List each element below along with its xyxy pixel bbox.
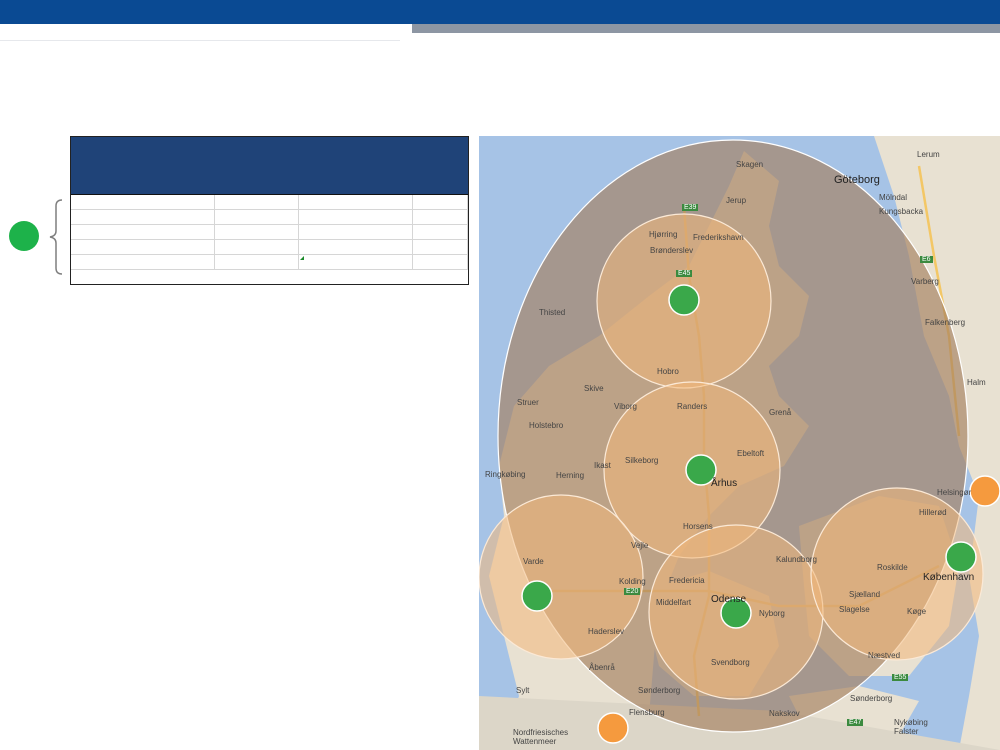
- table-cell: [299, 255, 413, 269]
- legend-green-marker: [9, 221, 39, 251]
- table-row: [71, 210, 468, 225]
- map-label-naestved: Næstved: [868, 651, 901, 660]
- table-row: [71, 255, 468, 270]
- table-cell: [413, 195, 468, 209]
- table-cell: [215, 255, 299, 269]
- table-cell: [215, 210, 299, 224]
- map-label-helsingor: Helsingør: [937, 488, 972, 497]
- brace-icon: [49, 199, 63, 275]
- table-cell: [215, 240, 299, 254]
- map-label-sylt: Sylt: [516, 686, 530, 695]
- map-label-hillerod: Hillerød: [919, 508, 947, 517]
- site-table: [70, 136, 469, 285]
- table-cell: [71, 195, 215, 209]
- map-label-skive: Skive: [584, 384, 604, 393]
- map-label-e45: E45: [676, 270, 693, 277]
- header-bar: [0, 0, 1000, 24]
- map-label-odense: Odense: [711, 594, 747, 605]
- map-label-holstebro: Holstebro: [529, 421, 564, 430]
- map-label-horsens: Horsens: [683, 522, 713, 531]
- table-cell: [299, 225, 413, 239]
- table-cell: [71, 255, 215, 269]
- site-marker-copenhagen[interactable]: [945, 541, 977, 573]
- table-cell: [215, 195, 299, 209]
- map-label-fredericia: Fredericia: [669, 576, 705, 585]
- map-label-ikast: Ikast: [594, 461, 611, 470]
- map-label-silkeborg: Silkeborg: [625, 456, 659, 465]
- map-label-roskilde: Roskilde: [877, 563, 908, 572]
- map-label-sonderborg: Sønderborg: [638, 686, 681, 695]
- table-cell: [299, 195, 413, 209]
- table-cell: [413, 240, 468, 254]
- map-label-kalundborg: Kalundborg: [776, 555, 817, 564]
- map-label-nakskov: Nakskov: [769, 709, 800, 718]
- map-label-koge: Køge: [907, 607, 927, 616]
- table-cell: [215, 225, 299, 239]
- map-label-svendborg: Svendborg: [711, 658, 750, 667]
- map-label-e47: E47: [847, 719, 864, 726]
- map-label-skagen: Skagen: [736, 160, 764, 169]
- map-label-e39: E39: [682, 204, 699, 211]
- site-marker-north[interactable]: [668, 284, 700, 316]
- table-row: [71, 195, 468, 210]
- table-cell: [413, 255, 468, 269]
- map-label-ringkobing: Ringkøbing: [485, 470, 526, 479]
- map-label-jerup: Jerup: [726, 196, 747, 205]
- table-header: [71, 137, 468, 195]
- site-marker-orange-east[interactable]: [969, 475, 1000, 507]
- map-label-nordfriesisches: Nordfriesisches Wattenmeer: [513, 728, 569, 746]
- table-cell: [299, 240, 413, 254]
- map-label-nyborg: Nyborg: [759, 609, 785, 618]
- site-marker-orange-south[interactable]: [597, 712, 629, 744]
- header-accent-right: [412, 24, 1000, 33]
- table-cell: [71, 225, 215, 239]
- coverage-map[interactable]: Skagen Göteborg Lerum Mölndal Kungsbacka…: [479, 136, 1000, 750]
- map-label-ebeltoft: Ebeltoft: [737, 449, 765, 458]
- map-label-sjaelland: Sjælland: [849, 590, 881, 599]
- map-label-middelfart: Middelfart: [656, 598, 692, 607]
- map-label-varde: Varde: [523, 557, 544, 566]
- map-label-lerum: Lerum: [917, 150, 940, 159]
- map-label-aarhus: Århus: [711, 478, 738, 489]
- table-cell: [71, 240, 215, 254]
- map-label-struer: Struer: [517, 398, 539, 407]
- map-label-varberg: Varberg: [911, 277, 939, 286]
- table-row: [71, 225, 468, 240]
- map-label-kobenhavn: København: [923, 572, 975, 583]
- map-label-bronderslev: Brønderslev: [650, 246, 694, 255]
- map-label-kolding: Kolding: [619, 577, 646, 586]
- table-cell: [413, 210, 468, 224]
- map-label-e20: E20: [624, 588, 641, 595]
- header-divider: [0, 40, 400, 41]
- map-label-randers: Randers: [677, 402, 708, 411]
- map-label-herning: Herning: [556, 471, 585, 480]
- map-label-e55: E55: [892, 674, 909, 681]
- map-label-kungsbacka: Kungsbacka: [879, 207, 924, 216]
- map-label-nykobing: Nykøbing Falster: [894, 718, 928, 736]
- map-label-frederikshavn: Frederikshavn: [693, 233, 744, 242]
- site-marker-west[interactable]: [521, 580, 553, 612]
- map-label-slagelse: Slagelse: [839, 605, 870, 614]
- table-cell: [299, 210, 413, 224]
- map-label-aabenraa: Åbenrå: [589, 663, 615, 672]
- map-label-thisted: Thisted: [539, 308, 566, 317]
- table-cell: [413, 225, 468, 239]
- map-label-hjorring: Hjørring: [649, 230, 678, 239]
- map-label-molndal: Mölndal: [879, 193, 908, 202]
- header-accent-left: [0, 24, 412, 33]
- map-label-e6: E6: [920, 256, 933, 263]
- map-label-hobro: Hobro: [657, 367, 679, 376]
- map-label-halmstad: Halm: [967, 378, 986, 387]
- map-label-sonderborg-east: Sønderborg: [850, 694, 893, 703]
- map-label-flensburg: Flensburg: [629, 708, 665, 717]
- cell-comment-indicator: [300, 256, 304, 260]
- map-label-vejle: Vejle: [631, 541, 649, 550]
- table-cell: [71, 210, 215, 224]
- map-label-viborg: Viborg: [614, 402, 637, 411]
- table-row: [71, 240, 468, 255]
- map-label-falkenberg: Falkenberg: [925, 318, 966, 327]
- map-label-goteborg: Göteborg: [834, 174, 880, 186]
- map-label-haderslev: Haderslev: [588, 627, 625, 636]
- map-label-grena: Grenå: [769, 408, 792, 417]
